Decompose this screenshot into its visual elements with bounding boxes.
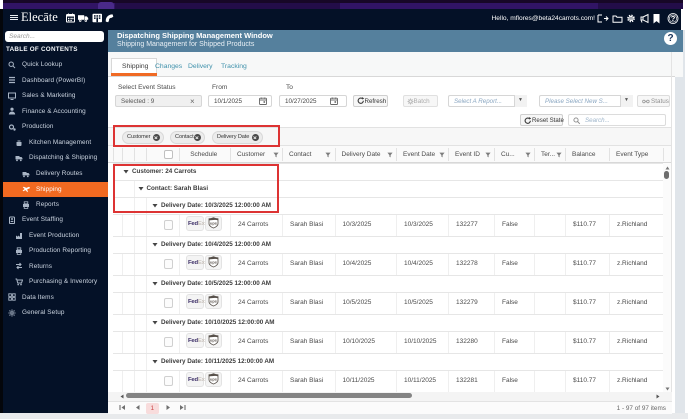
svg-text:ups: ups: [210, 221, 217, 226]
svg-text:ups: ups: [210, 299, 217, 304]
svg-text:ups: ups: [210, 377, 217, 382]
svg-text:ups: ups: [210, 338, 217, 343]
svg-text:?: ?: [671, 14, 676, 23]
svg-text:ups: ups: [210, 260, 217, 265]
